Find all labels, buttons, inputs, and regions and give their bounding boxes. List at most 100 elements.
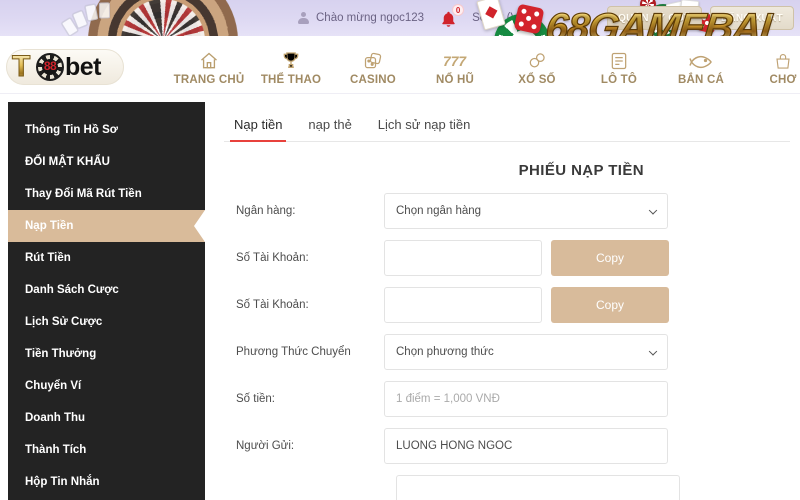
sidebar-item-doi-mat-khau[interactable]: ĐỔI MẬT KHẨU: [8, 146, 205, 178]
nav-item-ban-ca[interactable]: BẮN CÁ: [660, 49, 742, 93]
tab-nap-tien[interactable]: Nạp tiền: [229, 117, 287, 142]
sidebar-item-thong-tin-ho-so[interactable]: Thông Tin Hồ Sơ: [8, 114, 205, 146]
site-logo[interactable]: T 88 bet: [6, 49, 124, 85]
manage-fund-button[interactable]: QUẢN LÝ QUỸ: [607, 6, 702, 30]
sidebar-item-label: Thay Đổi Mã Rút Tiền: [25, 188, 142, 200]
nav-label: THỂ THAO: [260, 74, 322, 86]
dice-icon: [362, 49, 384, 71]
copy-account2-button[interactable]: Copy: [551, 287, 669, 323]
balance-label: Số dư (VND):: [472, 12, 542, 24]
tab-nap-the[interactable]: nạp thẻ: [308, 117, 351, 141]
sidebar-item-thay-doi-ma-rut-tien[interactable]: Thay Đổi Mã Rút Tiền: [8, 178, 205, 210]
sidebar-item-hop-tin-nhan[interactable]: Hộp Tin Nhắn: [8, 466, 205, 498]
nav-item-casino[interactable]: CASINO: [332, 49, 414, 93]
amount-label: Số tiền:: [236, 393, 275, 405]
sidebar-item-thanh-tich[interactable]: Thành Tích: [8, 434, 205, 466]
amount-input[interactable]: 1 điểm = 1,000 VNĐ: [384, 381, 668, 417]
form-row-bank: Ngân hàng: Chọn ngân hàng: [236, 193, 790, 229]
sidebar-item-label: Danh Sách Cược: [25, 284, 119, 296]
bank-label: Ngân hàng:: [236, 205, 296, 217]
sidebar-item-label: Thành Tích: [25, 444, 87, 456]
deposit-form: Ngân hàng: Chọn ngân hàng Số Tài Khoản: …: [224, 179, 790, 500]
fish-icon: [689, 49, 713, 71]
svg-text:777: 777: [443, 53, 467, 69]
trophy-icon: [281, 49, 301, 71]
sidebar-item-label: Tiền Thưởng: [25, 348, 97, 360]
main-navigation-bar: T 88 bet TRANG CHỦ THỂ THAO CASINO 777 N…: [0, 36, 800, 94]
form-row-amount: Số tiền: 1 điểm = 1,000 VNĐ: [236, 381, 790, 417]
slot-777-icon: 777: [443, 49, 467, 71]
method-label: Phương Thức Chuyển: [236, 346, 351, 358]
bank-select[interactable]: Chọn ngân hàng: [384, 193, 668, 229]
user-icon: [298, 11, 309, 25]
page-title: PHIẾU NẠP TIỀN: [518, 162, 644, 179]
deposit-tabs: Nạp tiền nạp thẻ Lịch sử nạp tiền: [224, 94, 790, 142]
nav-label: LÔ TÔ: [600, 74, 638, 86]
account-sidebar: Thông Tin Hồ Sơ ĐỔI MẬT KHẨU Thay Đổi Mã…: [8, 102, 205, 500]
lottery-ball-icon: [526, 49, 548, 71]
nav-label: TRANG CHỦ: [173, 74, 245, 86]
nav-item-trang-chu[interactable]: TRANG CHỦ: [168, 49, 250, 93]
nav-item-the-thao[interactable]: THỂ THAO: [250, 49, 332, 93]
page-body: Thông Tin Hồ Sơ ĐỔI MẬT KHẨU Thay Đổi Mã…: [0, 94, 800, 500]
nav-item-no-hu[interactable]: 777 NỔ HŨ: [414, 49, 496, 93]
sidebar-item-label: Rút Tiền: [25, 252, 71, 264]
nav-label: BẮN CÁ: [678, 74, 724, 86]
next-field-input[interactable]: [396, 475, 680, 500]
chevron-down-icon: [648, 347, 658, 356]
bank-select-value: Chọn ngân hàng: [396, 205, 482, 217]
nav-item-lo-to[interactable]: LÔ TÔ: [578, 49, 660, 93]
sidebar-item-label: Doanh Thu: [25, 412, 86, 424]
form-row-sender: Người Gửi: LUONG HONG NGOC: [236, 428, 790, 464]
nav-label: XỔ SỐ: [518, 74, 556, 86]
tab-lich-su-nap-tien[interactable]: Lịch sử nạp tiền: [378, 117, 471, 141]
logo-chip-number: 88: [43, 59, 57, 73]
form-row-account-2: Số Tài Khoản: Copy: [236, 287, 790, 323]
sidebar-item-label: Chuyển Ví: [25, 380, 82, 392]
nav-label: NỔ HŨ: [435, 74, 475, 86]
copy-account1-button[interactable]: Copy: [551, 240, 669, 276]
sidebar-item-doanh-thu[interactable]: Doanh Thu: [8, 402, 205, 434]
sidebar-item-lich-su-cuoc[interactable]: Lịch Sử Cược: [8, 306, 205, 338]
nav-items: TRANG CHỦ THỂ THAO CASINO 777 NỔ HŨ XỔ S…: [168, 49, 800, 93]
sender-label: Người Gửi:: [236, 440, 295, 452]
sidebar-item-chuyen-vi[interactable]: Chuyển Ví: [8, 370, 205, 402]
chevron-down-icon: [648, 206, 658, 215]
logo-letter: T: [11, 50, 31, 83]
logo-word: bet: [65, 53, 102, 81]
sidebar-item-tien-thuong[interactable]: Tiền Thưởng: [8, 338, 205, 370]
form-row-method: Phương Thức Chuyển Chọn phương thức: [236, 334, 790, 370]
method-select-value: Chọn phương thức: [396, 346, 494, 358]
user-greeting: Chào mừng ngoc123: [298, 11, 425, 25]
home-icon: [198, 49, 220, 71]
sidebar-item-danh-sach-cuoc[interactable]: Danh Sách Cược: [8, 274, 205, 306]
notification-bell-button[interactable]: 0: [438, 4, 465, 29]
sidebar-item-label: Nạp Tiền: [25, 220, 74, 232]
notification-count-badge: 0: [452, 4, 465, 16]
top-actions: QUẢN LÝ QUỸ ĐĂNG XUẤT: [607, 6, 794, 30]
sidebar-item-label: Thông Tin Hồ Sơ: [25, 124, 118, 136]
account2-input[interactable]: [384, 287, 542, 323]
market-icon: [773, 49, 793, 71]
sidebar-item-label: Hộp Tin Nhắn: [25, 476, 100, 488]
nav-item-cho[interactable]: CHƠ: [742, 49, 800, 93]
nav-label: CHƠ: [769, 74, 797, 86]
sidebar-column: Thông Tin Hồ Sơ ĐỔI MẬT KHẨU Thay Đổi Mã…: [0, 94, 212, 500]
sidebar-item-nap-tien[interactable]: Nạp Tiền: [8, 210, 205, 242]
sidebar-item-label: Lịch Sử Cược: [25, 316, 103, 328]
welcome-text: Chào mừng ngoc123: [316, 12, 425, 24]
content-column: Nạp tiền nạp thẻ Lịch sử nạp tiền PHIẾU …: [212, 94, 800, 500]
account1-input[interactable]: [384, 240, 542, 276]
account1-label: Số Tài Khoản:: [236, 252, 309, 264]
top-banner: Chào mừng ngoc123 0 Số dư (VND): QUẢN LÝ…: [0, 0, 800, 36]
method-select[interactable]: Chọn phương thức: [384, 334, 668, 370]
sender-input[interactable]: LUONG HONG NGOC: [384, 428, 668, 464]
nav-item-xo-so[interactable]: XỔ SỐ: [496, 49, 578, 93]
sidebar-item-rut-tien[interactable]: Rút Tiền: [8, 242, 205, 274]
nav-label: CASINO: [350, 74, 396, 86]
lotto-card-icon: [609, 49, 629, 71]
account2-label: Số Tài Khoản:: [236, 299, 309, 311]
logout-button[interactable]: ĐĂNG XUẤT: [709, 6, 794, 30]
form-row-account-1: Số Tài Khoản: Copy: [236, 240, 790, 276]
sidebar-item-label: ĐỔI MẬT KHẨU: [25, 156, 110, 168]
